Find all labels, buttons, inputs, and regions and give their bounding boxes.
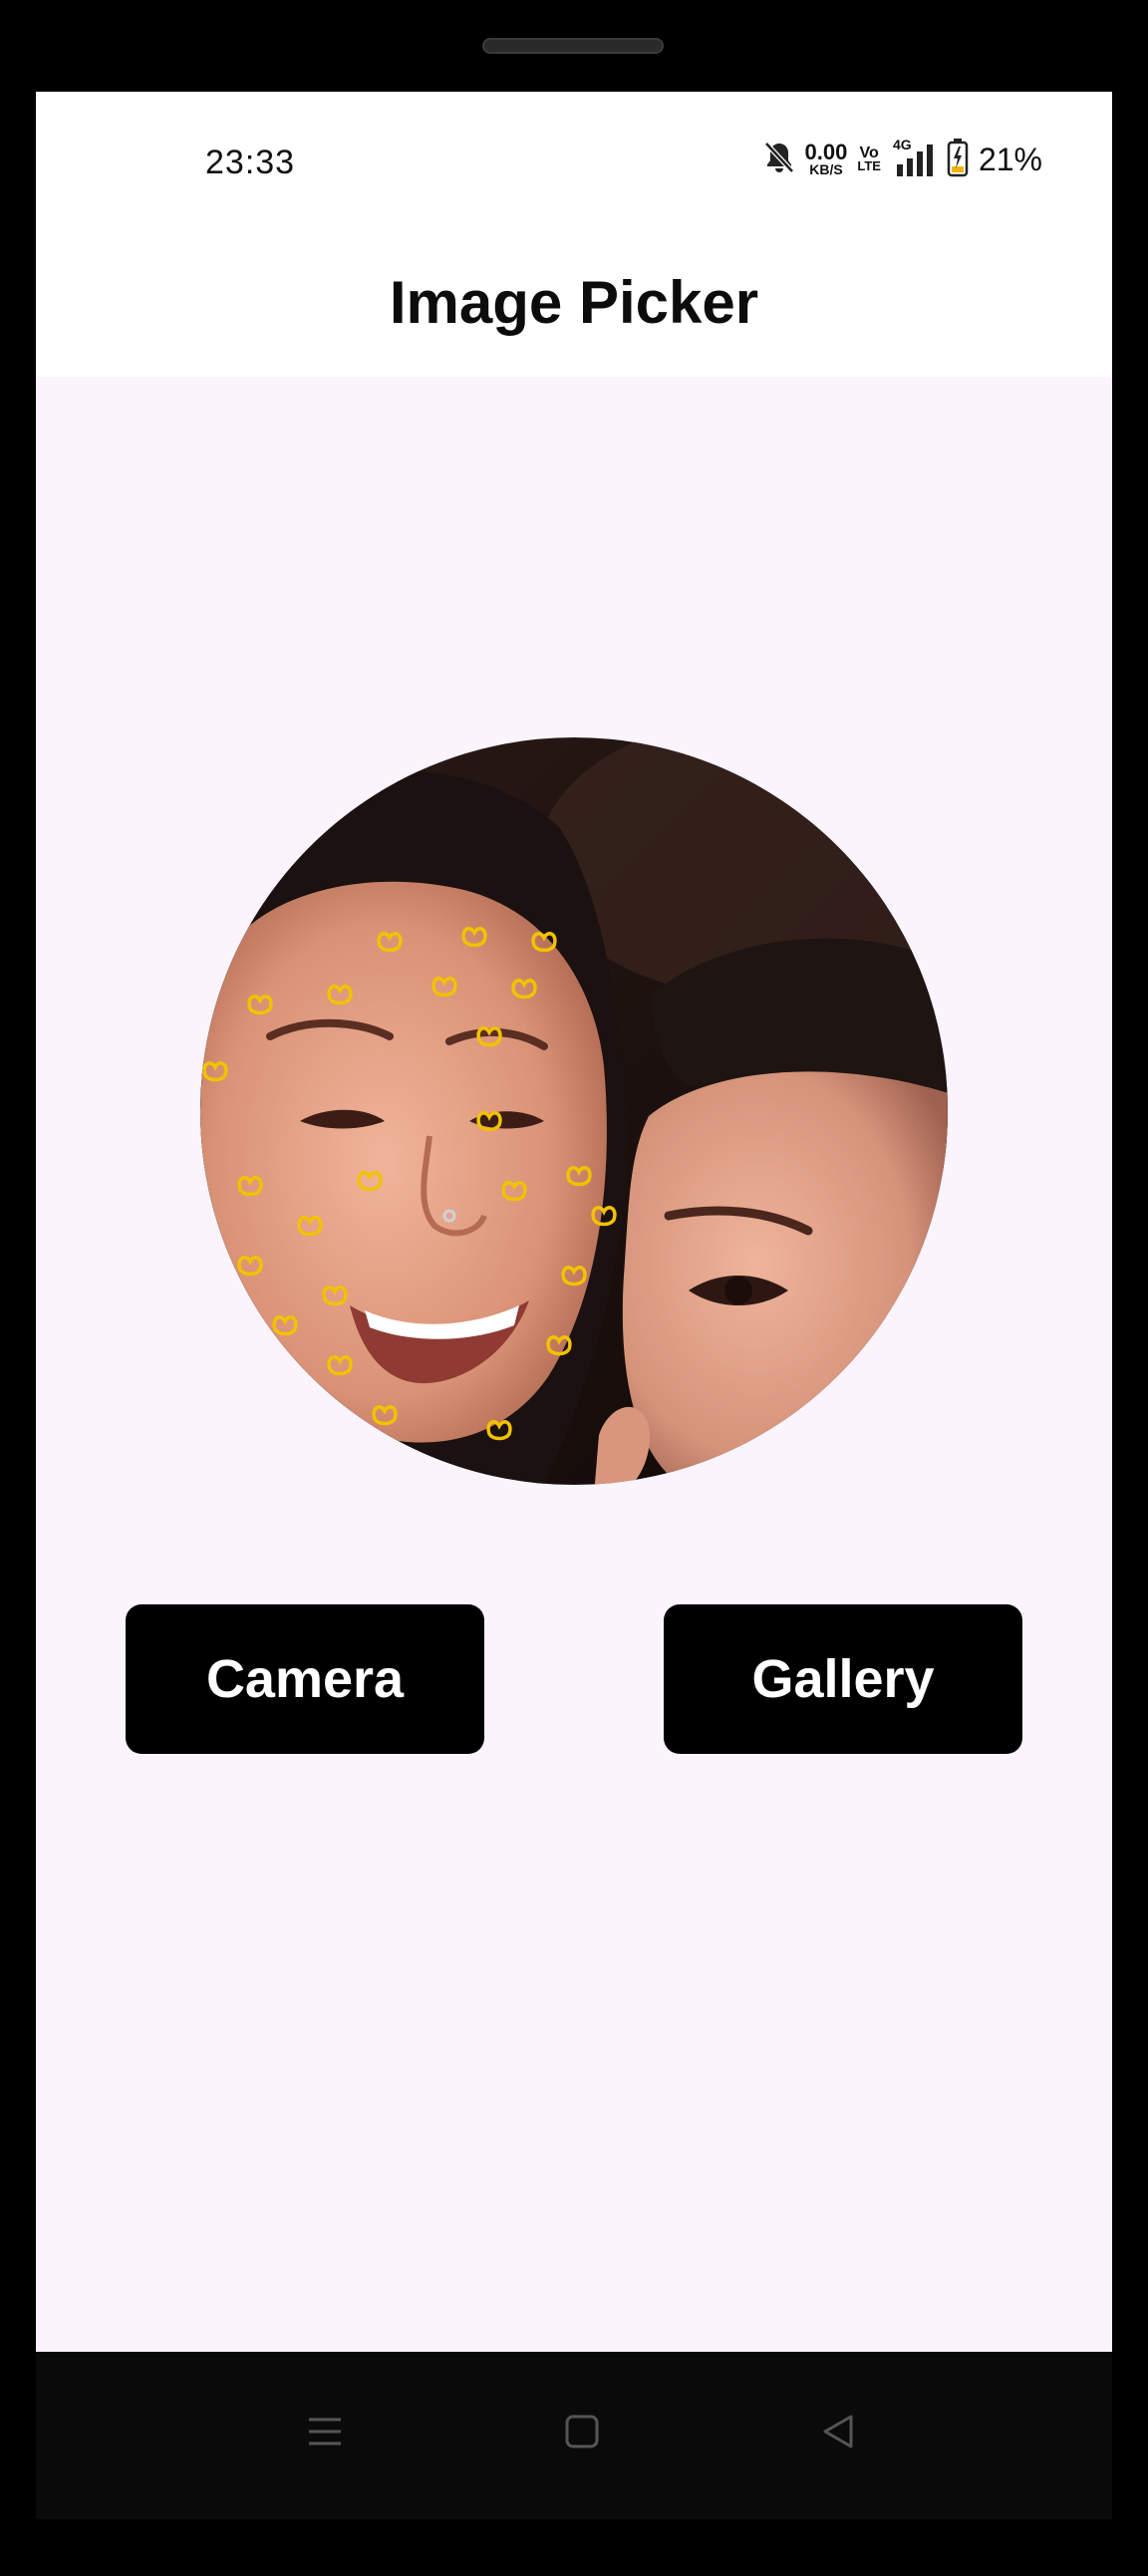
- status-bar: 23:33 0.00 KB/S Vo LTE 4G 21%: [36, 92, 1112, 241]
- net-speed: 0.00 KB/S: [804, 139, 848, 177]
- menu-icon[interactable]: [285, 2392, 365, 2471]
- page-title: Image Picker: [389, 269, 759, 336]
- app-screen: 23:33 0.00 KB/S Vo LTE 4G 21% Image Pick…: [36, 92, 1112, 2352]
- signal-icon: 4G: [891, 137, 937, 178]
- selected-image-preview: [200, 737, 948, 1485]
- bell-muted-icon: [763, 141, 795, 179]
- app-bar: Image Picker: [36, 241, 1112, 377]
- phone-frame: 23:33 0.00 KB/S Vo LTE 4G 21% Image Pick…: [0, 0, 1148, 2576]
- battery-charging-icon: [947, 138, 969, 182]
- system-nav-bar: [36, 2352, 1112, 2519]
- status-icons: 0.00 KB/S Vo LTE 4G 21%: [763, 137, 1042, 182]
- earpiece-speaker: [482, 38, 664, 54]
- status-clock: 23:33: [205, 143, 296, 181]
- volte-indicator: Vo LTE: [857, 144, 881, 174]
- home-icon[interactable]: [542, 2392, 622, 2471]
- battery-percent: 21%: [978, 141, 1042, 177]
- back-icon[interactable]: [799, 2392, 879, 2471]
- camera-button[interactable]: Camera: [126, 1604, 484, 1754]
- gallery-button[interactable]: Gallery: [664, 1604, 1022, 1754]
